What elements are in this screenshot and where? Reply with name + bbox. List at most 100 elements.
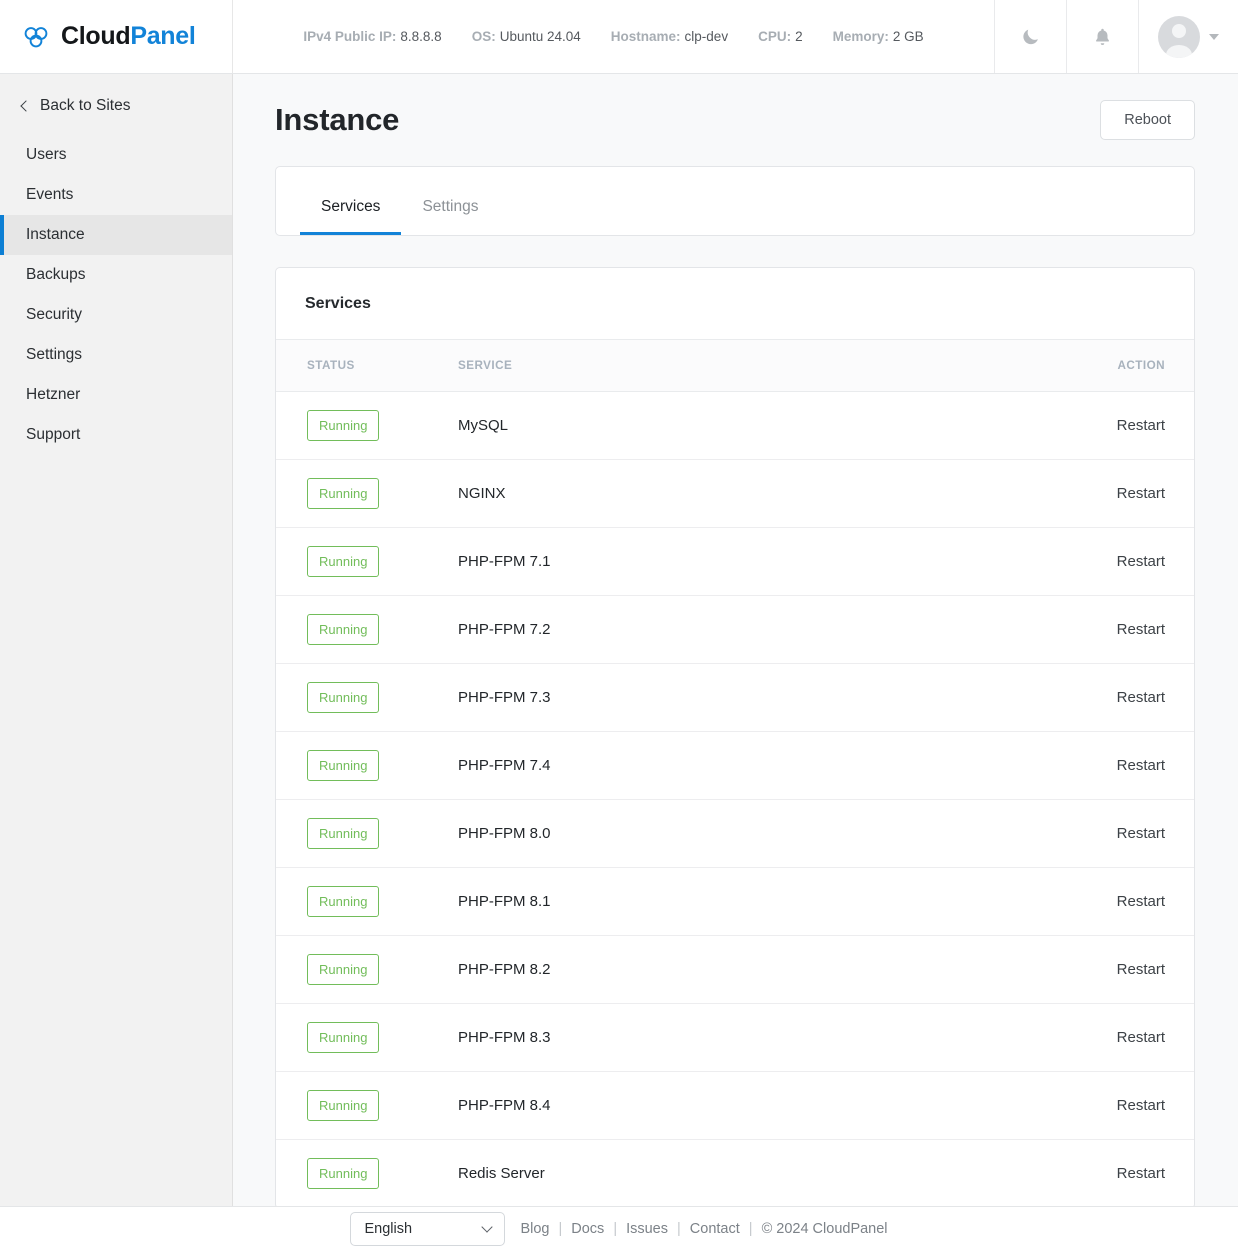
sidebar-item-events[interactable]: Events — [0, 175, 232, 215]
cell-service-name: Redis Server — [458, 1140, 1034, 1207]
sidebar-item-instance[interactable]: Instance — [0, 215, 232, 255]
restart-link[interactable]: Restart — [1034, 1072, 1194, 1140]
restart-link[interactable]: Restart — [1034, 596, 1194, 664]
sysinfo-os-value: Ubuntu 24.04 — [500, 29, 581, 44]
restart-link[interactable]: Restart — [1034, 800, 1194, 868]
brand-logo-area[interactable]: CloudPanel — [0, 0, 233, 73]
sidebar-item-users[interactable]: Users — [0, 135, 232, 175]
brand-name: CloudPanel — [61, 22, 196, 51]
sidebar-item-support[interactable]: Support — [0, 415, 232, 455]
sidebar-item-backups-label: Backups — [26, 266, 85, 283]
restart-link[interactable]: Restart — [1034, 732, 1194, 800]
restart-link[interactable]: Restart — [1034, 868, 1194, 936]
system-info-bar: IPv4 Public IP:8.8.8.8 OS:Ubuntu 24.04 H… — [233, 0, 994, 73]
status-badge: Running — [307, 546, 379, 577]
tab-bar: Services Settings — [276, 167, 1194, 235]
column-header-status: STATUS — [276, 340, 458, 392]
tabs-card: Services Settings — [275, 166, 1195, 236]
restart-link[interactable]: Restart — [1034, 1004, 1194, 1072]
table-row: RunningPHP-FPM 7.1Restart — [276, 528, 1194, 596]
sysinfo-cpu-label: CPU: — [758, 29, 791, 44]
restart-link[interactable]: Restart — [1034, 528, 1194, 596]
restart-link[interactable]: Restart — [1034, 392, 1194, 460]
cell-service-name: PHP-FPM 8.0 — [458, 800, 1034, 868]
footer-separator-2: | — [613, 1221, 617, 1237]
table-row: RunningPHP-FPM 8.2Restart — [276, 936, 1194, 1004]
sidebar-item-hetzner[interactable]: Hetzner — [0, 375, 232, 415]
notifications-button[interactable] — [1066, 0, 1138, 73]
cell-service-name: PHP-FPM 8.3 — [458, 1004, 1034, 1072]
page-title: Instance — [275, 102, 399, 138]
status-badge: Running — [307, 410, 379, 441]
sysinfo-hostname-value: clp-dev — [685, 29, 729, 44]
restart-link[interactable]: Restart — [1034, 936, 1194, 1004]
cell-service-name: PHP-FPM 8.4 — [458, 1072, 1034, 1140]
tab-settings[interactable]: Settings — [401, 198, 499, 235]
footer-separator-4: | — [749, 1221, 753, 1237]
chevron-down-icon — [1209, 34, 1219, 40]
restart-link[interactable]: Restart — [1034, 664, 1194, 732]
sidebar-item-settings[interactable]: Settings — [0, 335, 232, 375]
tab-services-label: Services — [321, 198, 380, 215]
column-header-service: SERVICE — [458, 340, 1034, 392]
restart-link[interactable]: Restart — [1034, 1140, 1194, 1207]
services-table-head: STATUS SERVICE ACTION — [276, 340, 1194, 392]
footer-separator-3: | — [677, 1221, 681, 1237]
status-badge: Running — [307, 1022, 379, 1053]
language-select-wrapper: English — [350, 1212, 505, 1246]
cell-status: Running — [276, 868, 458, 936]
table-header-row: STATUS SERVICE ACTION — [276, 340, 1194, 392]
cell-status: Running — [276, 460, 458, 528]
table-row: RunningPHP-FPM 7.3Restart — [276, 664, 1194, 732]
table-row: Running PHP-FPM 7.2Restart — [276, 596, 1194, 664]
sysinfo-memory: Memory: 2 GB — [833, 29, 924, 44]
app-root: CloudPanel IPv4 Public IP:8.8.8.8 OS:Ubu… — [0, 0, 1238, 1250]
brand-name-part2: Panel — [130, 22, 195, 50]
footer-separator-1: | — [558, 1221, 562, 1237]
dark-mode-toggle[interactable] — [994, 0, 1066, 73]
sidebar-nav: Users Events Instance Backups Security S… — [0, 135, 232, 455]
footer-link-docs[interactable]: Docs — [571, 1221, 604, 1237]
sysinfo-ipv4: IPv4 Public IP:8.8.8.8 — [303, 29, 441, 44]
table-row: RunningPHP-FPM 7.4Restart — [276, 732, 1194, 800]
cell-status: Running — [276, 596, 458, 664]
user-menu[interactable] — [1138, 0, 1238, 73]
cell-service-name: PHP-FPM 7.2 — [458, 596, 1034, 664]
brand-name-part1: Cloud — [61, 22, 130, 50]
footer-link-contact[interactable]: Contact — [690, 1221, 740, 1237]
sidebar-item-events-label: Events — [26, 186, 73, 203]
main-content: Instance Reboot Services Settings Servic… — [233, 74, 1238, 1206]
sidebar-item-backups[interactable]: Backups — [0, 255, 232, 295]
footer: English Blog | Docs | Issues | Contact |… — [0, 1206, 1238, 1250]
page-header: Instance Reboot — [233, 74, 1238, 140]
reboot-button[interactable]: Reboot — [1100, 100, 1195, 140]
restart-link[interactable]: Restart — [1034, 460, 1194, 528]
sidebar-item-users-label: Users — [26, 146, 66, 163]
back-to-sites-label: Back to Sites — [40, 97, 130, 115]
moon-icon — [1020, 26, 1041, 47]
cell-status: Running — [276, 392, 458, 460]
table-row: RunningPHP-FPM 8.4Restart — [276, 1072, 1194, 1140]
sidebar-item-security[interactable]: Security — [0, 295, 232, 335]
language-select[interactable]: English — [350, 1212, 505, 1246]
avatar — [1158, 16, 1200, 58]
status-badge: Running — [307, 818, 379, 849]
table-row: Running PHP-FPM 8.0Restart — [276, 800, 1194, 868]
cell-service-name: PHP-FPM 7.4 — [458, 732, 1034, 800]
chevron-left-icon — [20, 100, 31, 111]
tab-services[interactable]: Services — [300, 198, 401, 235]
footer-link-issues[interactable]: Issues — [626, 1221, 668, 1237]
sidebar: Back to Sites Users Events Instance Back… — [0, 74, 233, 1206]
sysinfo-ipv4-label: IPv4 Public IP: — [303, 29, 396, 44]
sidebar-item-support-label: Support — [26, 426, 80, 443]
cell-status: Running — [276, 732, 458, 800]
sysinfo-os: OS:Ubuntu 24.04 — [472, 29, 581, 44]
status-badge: Running — [307, 614, 379, 645]
cell-status: Running — [276, 1140, 458, 1207]
back-to-sites-link[interactable]: Back to Sites — [0, 88, 232, 124]
sysinfo-memory-label: Memory: — [833, 29, 889, 44]
footer-links: Blog | Docs | Issues | Contact | © 2024 … — [520, 1221, 887, 1237]
sysinfo-memory-value: 2 GB — [893, 29, 924, 44]
footer-link-blog[interactable]: Blog — [520, 1221, 549, 1237]
sidebar-item-hetzner-label: Hetzner — [26, 386, 80, 403]
